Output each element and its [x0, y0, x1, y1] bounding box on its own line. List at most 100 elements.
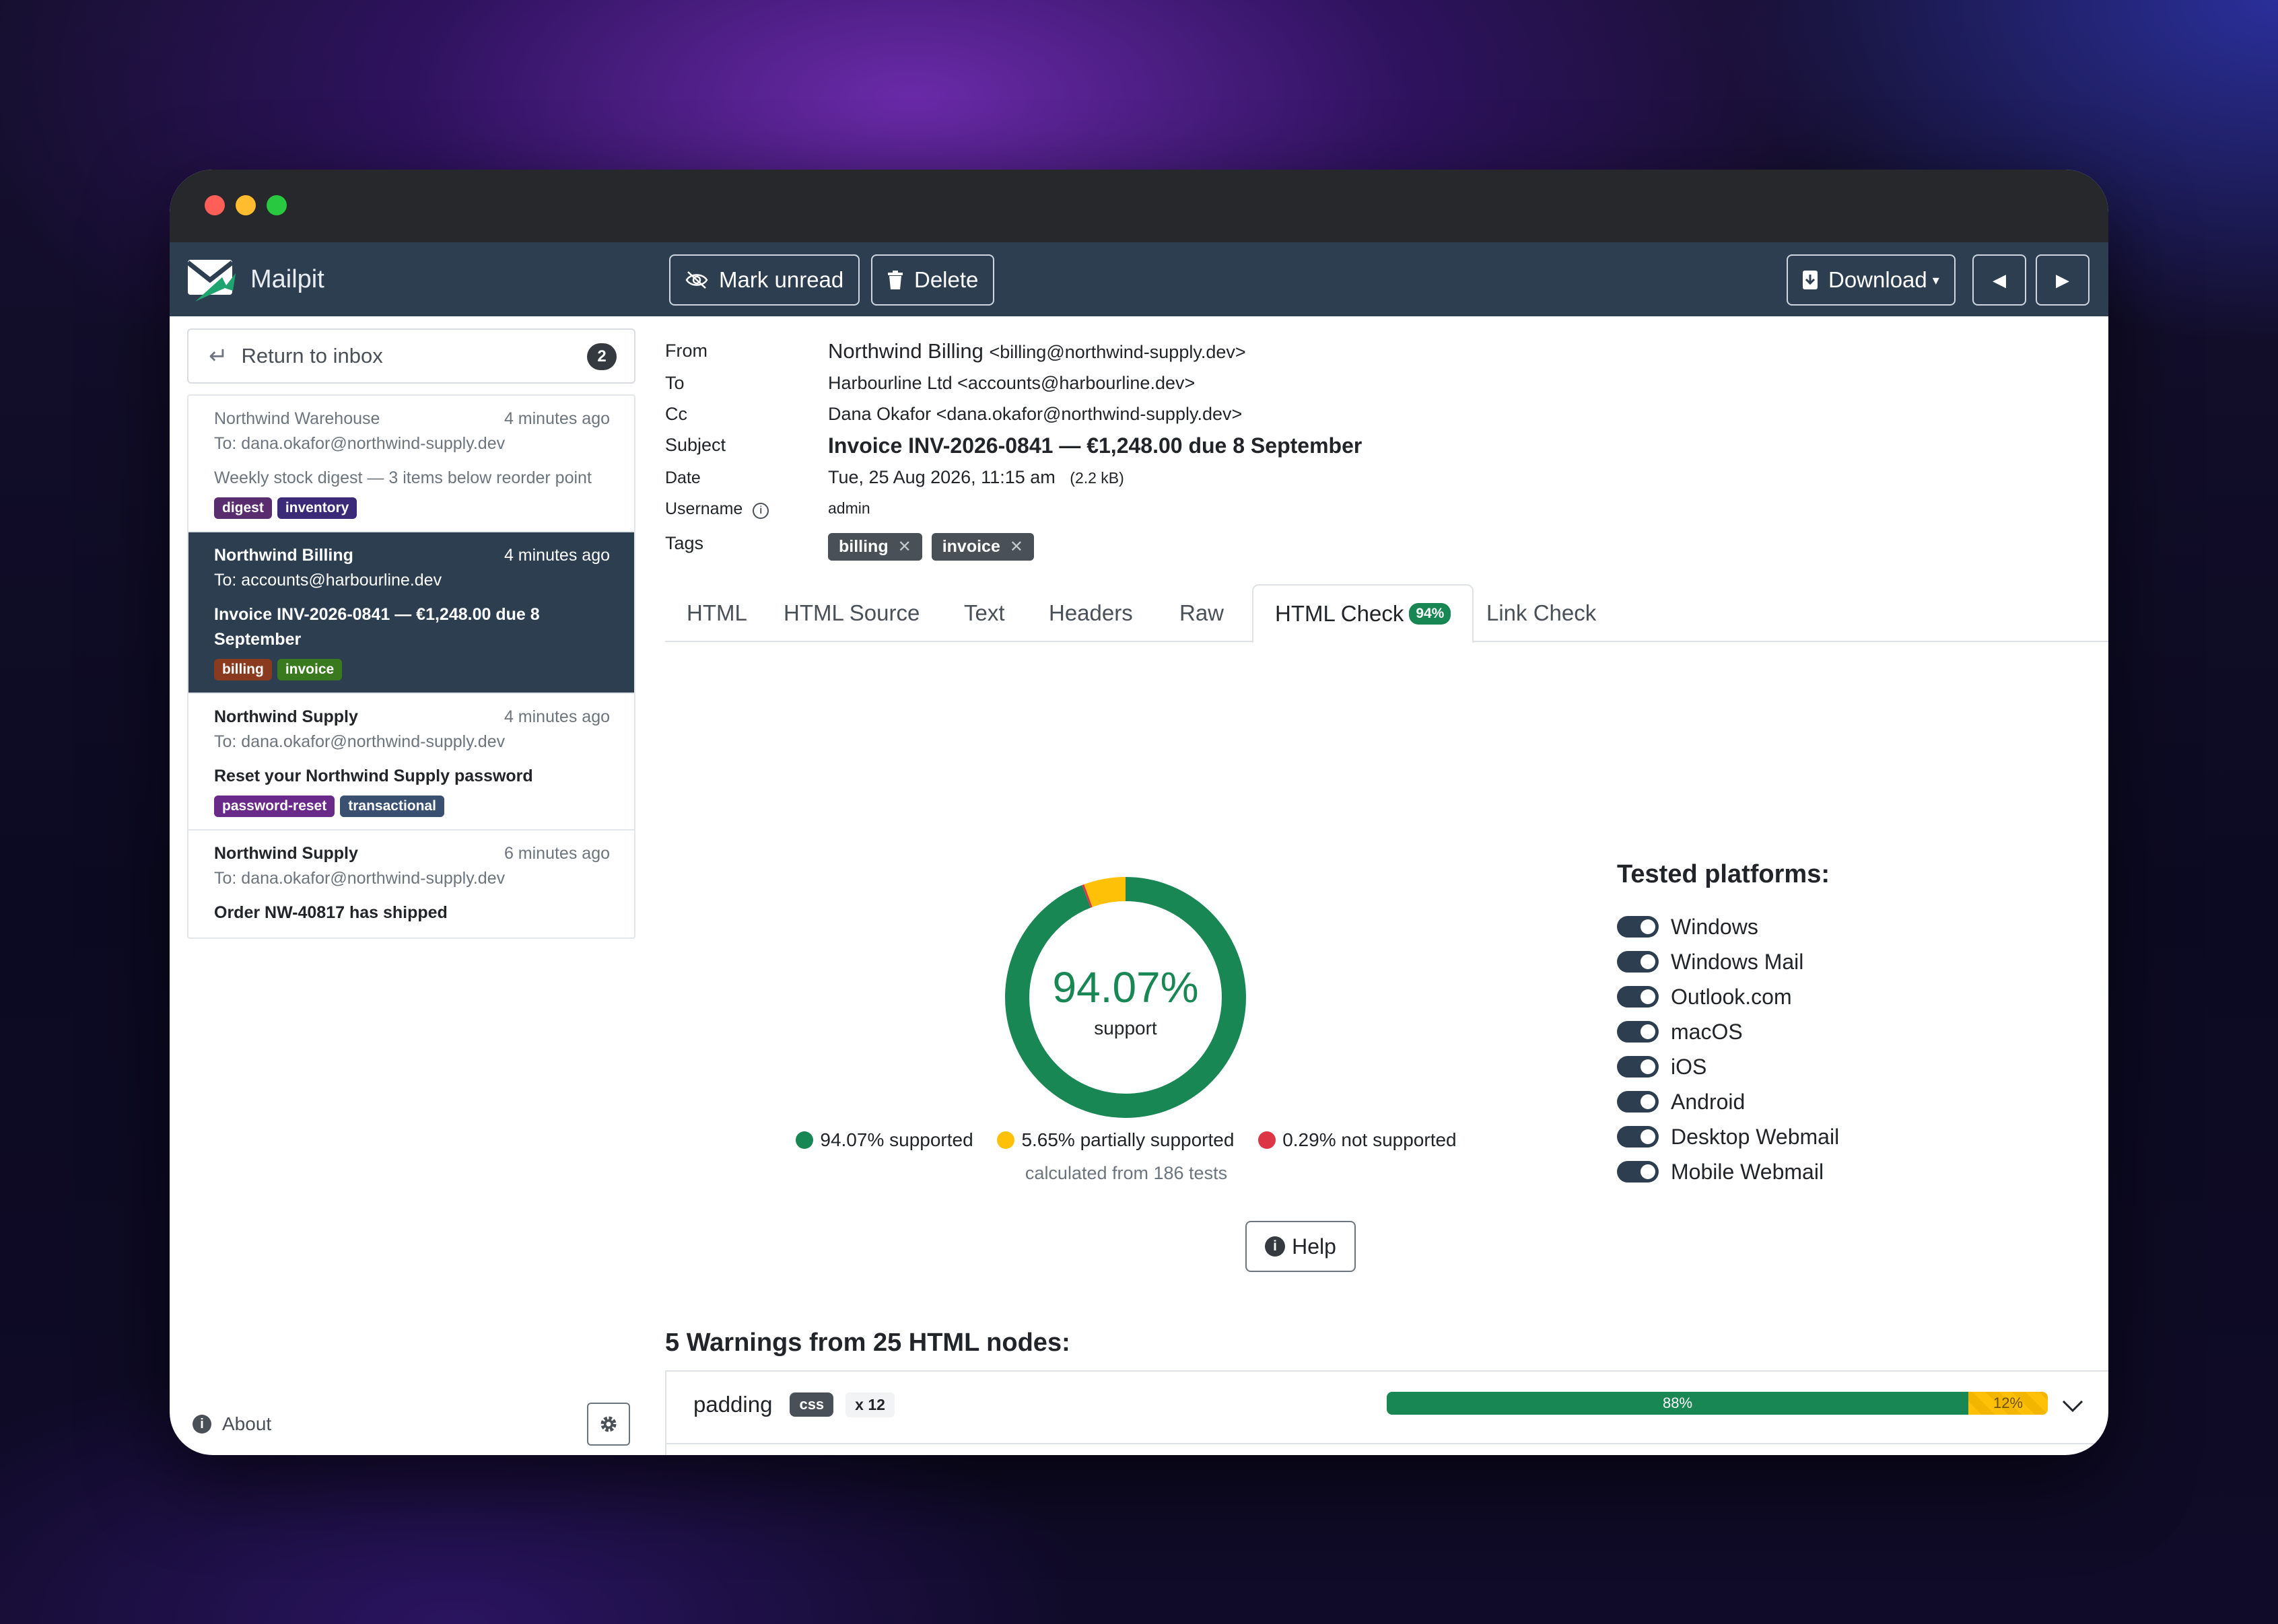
return-to-inbox-button[interactable]: ↵ Return to inbox 2 — [187, 328, 635, 384]
tag-badge[interactable]: transactional — [340, 796, 444, 817]
username-value: admin — [828, 499, 870, 517]
tag-badge[interactable]: inventory — [277, 497, 357, 519]
platform-label: iOS — [1671, 1054, 1707, 1079]
close-window-button[interactable] — [205, 195, 225, 215]
calculated-note: calculated from 186 tests — [1025, 1163, 1228, 1183]
message-item[interactable]: Northwind Supply 4 minutes ago To: dana.… — [188, 694, 634, 831]
info-icon: i — [1265, 1236, 1286, 1257]
view-tabs: HTML HTML Source Text Headers Raw HTML C… — [665, 584, 2108, 643]
tab-html-check-label: HTML Check — [1275, 601, 1404, 626]
navbar: Mailpit Mark unread Delete Download ▾ ◀ … — [170, 242, 2108, 316]
remove-tag-icon[interactable]: ✕ — [1010, 537, 1023, 557]
tag-chip[interactable]: billing ✕ — [828, 533, 922, 561]
toggle-switch[interactable] — [1617, 1056, 1659, 1078]
toggle-switch[interactable] — [1617, 1161, 1659, 1182]
settings-button[interactable] — [587, 1403, 630, 1446]
mark-unread-button[interactable]: Mark unread — [669, 254, 860, 306]
toggle-switch[interactable] — [1617, 951, 1659, 973]
prev-icon: ◀ — [1993, 269, 2006, 290]
tab-html-check[interactable]: HTML Check 94% — [1252, 584, 1474, 643]
return-label: Return to inbox — [241, 344, 383, 367]
toggle-switch[interactable] — [1617, 1021, 1659, 1043]
platform-label: Outlook.com — [1671, 984, 1792, 1009]
message-subject: Invoice INV-2026-0841 — €1,248.00 due 8 … — [214, 605, 540, 649]
info-icon[interactable]: i — [753, 503, 769, 519]
platform-toggle-windows[interactable]: Windows — [1617, 909, 1839, 944]
tag-badge[interactable]: password-reset — [214, 796, 335, 817]
minimize-window-button[interactable] — [236, 195, 256, 215]
help-button[interactable]: i Help — [1245, 1221, 1356, 1272]
message-item[interactable]: Northwind Supply 6 minutes ago To: dana.… — [188, 831, 634, 938]
download-label: Download — [1828, 267, 1927, 292]
tab-text[interactable]: Text — [942, 584, 1027, 642]
mailpit-logo — [186, 260, 236, 302]
message-view: From Northwind Billing <billing@northwin… — [665, 316, 2108, 1455]
warnings-list: paddingcssx 1288%12%margincssx 261%39%ba… — [665, 1370, 2108, 1455]
download-button[interactable]: Download ▾ — [1787, 254, 1956, 306]
eye-slash-icon — [685, 271, 708, 289]
next-message-button[interactable]: ▶ — [2036, 254, 2090, 306]
legend-partial: 5.65% partially supported — [997, 1129, 1234, 1150]
delete-button[interactable]: Delete — [871, 254, 995, 306]
brand[interactable]: Mailpit — [186, 254, 324, 304]
tag-badge[interactable]: billing — [214, 659, 272, 680]
message-item-selected[interactable]: Northwind Billing 4 minutes ago To: acco… — [188, 532, 634, 694]
message-item[interactable]: Northwind Warehouse 4 minutes ago To: da… — [188, 396, 634, 532]
platform-toggle-android[interactable]: Android — [1617, 1084, 1839, 1119]
toggle-switch[interactable] — [1617, 1126, 1659, 1148]
message-subject: Reset your Northwind Supply password — [214, 767, 533, 785]
legend-partial-label: 5.65% partially supported — [1021, 1129, 1235, 1150]
warning-row[interactable]: margincssx 261%39% — [665, 1444, 2108, 1455]
message-subject: Weekly stock digest — 3 items below reor… — [214, 468, 592, 487]
tab-headers[interactable]: Headers — [1027, 584, 1154, 642]
app-window: Mailpit Mark unread Delete Download ▾ ◀ … — [170, 170, 2108, 1455]
platform-label: Desktop Webmail — [1671, 1124, 1840, 1149]
from-name: Northwind Billing — [828, 339, 983, 363]
tab-html[interactable]: HTML — [665, 584, 769, 642]
platform-toggle-desktop-webmail[interactable]: Desktop Webmail — [1617, 1119, 1839, 1154]
platform-toggle-mobile-webmail[interactable]: Mobile Webmail — [1617, 1154, 1839, 1189]
tab-html-source[interactable]: HTML Source — [762, 584, 941, 642]
help-label: Help — [1292, 1234, 1336, 1259]
supported-dot — [796, 1131, 814, 1149]
message-tags: billing invoice — [214, 659, 610, 680]
unsupported-dot — [1258, 1131, 1276, 1149]
about-link[interactable]: i About — [193, 1413, 271, 1435]
tab-link-check[interactable]: Link Check — [1465, 584, 1618, 642]
html-check-score-badge: 94% — [1409, 603, 1451, 625]
chevron-down-icon[interactable] — [2061, 1399, 2084, 1413]
platform-toggle-windows-mail[interactable]: Windows Mail — [1617, 944, 1839, 979]
toggle-switch[interactable] — [1617, 1091, 1659, 1113]
message-to: To: dana.okafor@northwind-supply.dev — [214, 732, 506, 751]
warning-row[interactable]: padding css x 12 88% 12% — [665, 1372, 2108, 1444]
subject-value: Invoice INV-2026-0841 — €1,248.00 due 8 … — [828, 433, 1362, 458]
platform-toggle-ios[interactable]: iOS — [1617, 1049, 1839, 1084]
tag-chip[interactable]: invoice ✕ — [931, 533, 1034, 561]
zoom-window-button[interactable] — [267, 195, 287, 215]
platform-toggle-macos[interactable]: macOS — [1617, 1014, 1839, 1049]
message-tags-editor: billing ✕ invoice ✕ — [828, 533, 1034, 561]
platform-label: Windows Mail — [1671, 949, 1804, 974]
tab-raw[interactable]: Raw — [1158, 584, 1245, 642]
toggle-switch[interactable] — [1617, 986, 1659, 1008]
platform-toggle-outlook[interactable]: Outlook.com — [1617, 979, 1839, 1014]
date-label: Date — [665, 468, 701, 487]
tags-label: Tags — [665, 533, 704, 553]
toggle-switch[interactable] — [1617, 916, 1659, 938]
sidebar: ↵ Return to inbox 2 Northwind Warehouse … — [170, 316, 641, 1455]
donut-svg: 94.07% support — [1005, 877, 1246, 1118]
cc-value: Dana Okafor <dana.okafor@northwind-suppl… — [828, 404, 1243, 424]
legend-supported: 94.07% supported — [796, 1129, 973, 1150]
delete-label: Delete — [914, 267, 979, 292]
download-icon — [1803, 271, 1818, 289]
remove-tag-icon[interactable]: ✕ — [898, 537, 911, 557]
subject-label: Subject — [665, 435, 726, 455]
tag-badge[interactable]: digest — [214, 497, 272, 519]
previous-message-button[interactable]: ◀ — [1972, 254, 2026, 306]
tag-badge[interactable]: invoice — [277, 659, 343, 680]
platforms-title: Tested platforms: — [1617, 860, 1830, 888]
message-subject: Order NW-40817 has shipped — [214, 903, 448, 922]
message-list: Northwind Warehouse 4 minutes ago To: da… — [187, 394, 635, 939]
legend-supported-label: 94.07% supported — [820, 1129, 973, 1150]
to-label: To — [665, 373, 685, 393]
